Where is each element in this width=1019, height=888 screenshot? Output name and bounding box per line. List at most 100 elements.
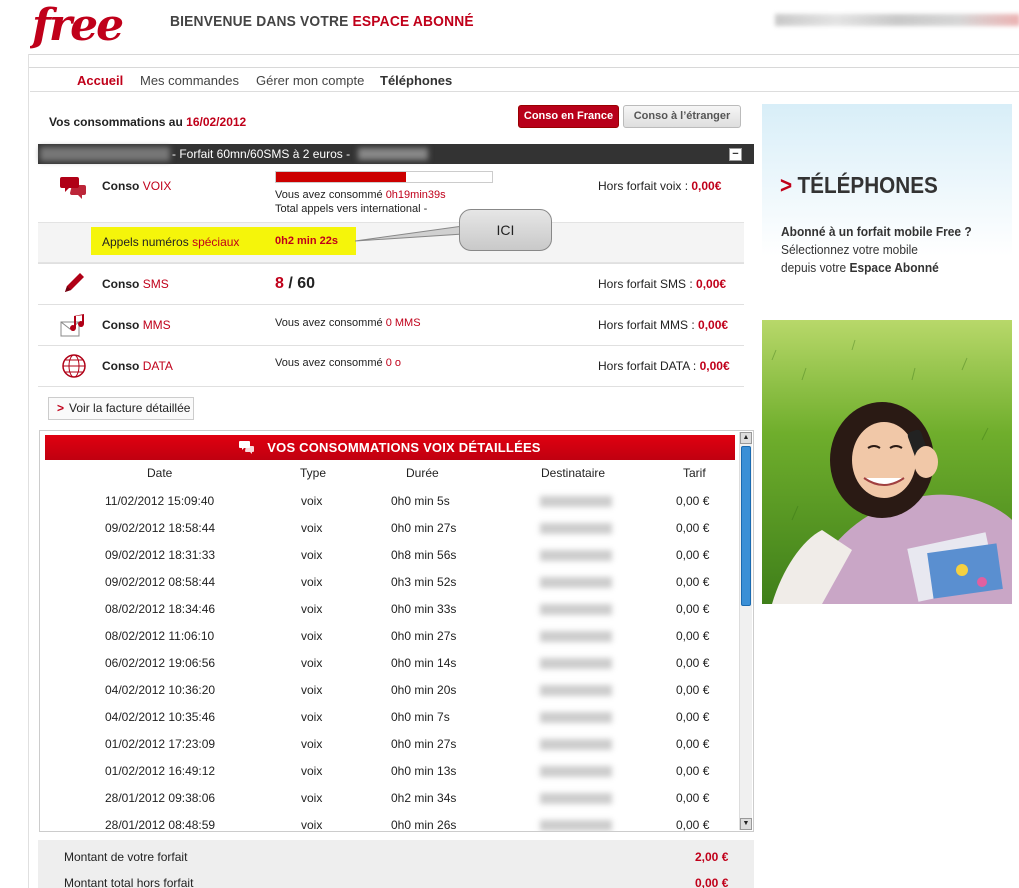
sms-hors-forfait: Hors forfait SMS : 0,00€: [598, 277, 726, 291]
row-destinataire-redacted: [540, 496, 612, 507]
promo-photo-woman-on-phone[interactable]: [762, 320, 1012, 604]
conso-title-prefix: Vos consommations au: [49, 115, 183, 129]
voix-hors-forfait-label: Hors forfait voix :: [598, 179, 689, 193]
nav-item-accueil[interactable]: Accueil: [77, 73, 123, 88]
details-title-type: VOIX: [423, 440, 455, 455]
header-divider: [28, 54, 1019, 55]
row-date: 28/01/2012 08:48:59: [105, 818, 216, 832]
col-header-destinataire[interactable]: Destinataire: [541, 466, 605, 480]
details-scrollbar[interactable]: ▲ ▼: [739, 432, 752, 830]
forfait-header-bar: - Forfait 60mn/60SMS à 2 euros - −: [38, 144, 754, 164]
row-type: voix: [301, 494, 323, 508]
row-date: 09/02/2012 18:31:33: [105, 548, 216, 562]
voir-facture-button[interactable]: > Voir la facture détaillée: [48, 397, 194, 420]
mms-hors-forfait-label: Hors forfait MMS :: [598, 318, 695, 332]
promo-line-3-bold: Espace Abonné: [849, 260, 939, 275]
row-tarif: 0,00 €: [676, 683, 710, 697]
nav-item-telephones[interactable]: Téléphones: [380, 73, 452, 88]
sms-sep: /: [288, 275, 293, 292]
col-header-duree[interactable]: Durée: [406, 466, 439, 480]
sms-used: 8: [275, 275, 284, 292]
sms-hors-forfait-label: Hors forfait SMS :: [598, 277, 693, 291]
scroll-up-icon[interactable]: ▲: [740, 432, 752, 444]
collapse-button[interactable]: −: [729, 148, 742, 161]
conso-voix-label-prefix: Conso: [102, 179, 140, 193]
scroll-thumb[interactable]: [741, 446, 751, 606]
account-info-redacted: [775, 14, 1019, 26]
speech-bubbles-icon: [60, 177, 86, 199]
col-header-date[interactable]: Date: [147, 466, 172, 480]
special-numbers-value: 0h2 min 22s: [275, 235, 338, 247]
promo-line-3: depuis votre Espace Abonné: [781, 260, 939, 275]
nav-item-gerer-compte[interactable]: Gérer mon compte: [256, 73, 364, 88]
row-divider: [38, 386, 744, 387]
promo-title-text: TÉLÉPHONES: [797, 172, 938, 198]
promo-line-3-prefix: depuis votre: [781, 260, 847, 275]
voix-consumed-prefix: Vous avez consommé: [275, 189, 383, 201]
conso-title: Vos consommations au 16/02/2012: [49, 115, 246, 129]
row-duree: 0h0 min 33s: [391, 602, 457, 616]
row-date: 28/01/2012 09:38:06: [105, 791, 216, 805]
row-destinataire-redacted: [540, 739, 612, 750]
scroll-down-icon[interactable]: ▼: [740, 818, 752, 830]
col-header-type[interactable]: Type: [300, 466, 326, 480]
row-date: 09/02/2012 08:58:44: [105, 575, 216, 589]
row-destinataire-redacted: [540, 793, 612, 804]
row-tarif: 0,00 €: [676, 602, 710, 616]
col-header-tarif[interactable]: Tarif: [683, 466, 706, 480]
row-date: 01/02/2012 17:23:09: [105, 737, 216, 751]
conso-etranger-button[interactable]: Conso à l’étranger: [623, 105, 741, 128]
row-destinataire-redacted: [540, 820, 612, 831]
free-logo[interactable]: free: [30, 0, 160, 52]
conso-sms-label-type: SMS: [142, 277, 169, 291]
data-hors-forfait: Hors forfait DATA : 0,00€: [598, 359, 730, 373]
row-date: 04/02/2012 10:36:20: [105, 683, 216, 697]
conso-data-label-prefix: Conso: [102, 359, 140, 373]
row-type: voix: [301, 548, 323, 562]
row-type: voix: [301, 737, 323, 751]
conso-sms-label-prefix: Conso: [102, 277, 140, 291]
row-destinataire-redacted: [540, 685, 612, 696]
row-tarif: 0,00 €: [676, 791, 710, 805]
telephones-promo[interactable]: > TÉLÉPHONES Abonné à un forfait mobile F…: [762, 104, 1012, 294]
conso-sms-label: Conso SMS: [102, 277, 169, 291]
row-date: 04/02/2012 10:35:46: [105, 710, 216, 724]
row-tarif: 0,00 €: [676, 494, 710, 508]
voir-facture-label: Voir la facture détaillée: [69, 401, 191, 415]
row-tarif: 0,00 €: [676, 737, 710, 751]
promo-title: > TÉLÉPHONES: [780, 172, 938, 199]
row-type: voix: [301, 575, 323, 589]
conso-france-button[interactable]: Conso en France: [518, 105, 619, 128]
sms-counter: 8 / 60: [275, 275, 315, 293]
welcome-banner: BIENVENUE DANS VOTRE ESPACE ABONNÉ: [170, 13, 474, 30]
row-destinataire-redacted: [540, 550, 612, 561]
special-numbers-label-type: spéciaux: [192, 235, 240, 249]
row-destinataire-redacted: [540, 577, 612, 588]
row-tarif: 0,00 €: [676, 764, 710, 778]
row-duree: 0h0 min 27s: [391, 521, 457, 535]
promo-line-2: Sélectionnez votre mobile: [781, 242, 918, 257]
welcome-prefix: BIENVENUE DANS VOTRE: [170, 13, 349, 30]
row-tarif: 0,00 €: [676, 818, 710, 832]
row-type: voix: [301, 764, 323, 778]
row-duree: 0h2 min 34s: [391, 791, 457, 805]
row-duree: 0h0 min 14s: [391, 656, 457, 670]
phone-number-redacted: [40, 147, 170, 161]
row-duree: 0h0 min 5s: [391, 494, 450, 508]
row-divider: [38, 345, 744, 346]
conso-mms-label: Conso MMS: [102, 318, 171, 332]
row-destinataire-redacted: [540, 523, 612, 534]
data-hors-forfait-label: Hors forfait DATA :: [598, 359, 697, 373]
conso-data-label-type: DATA: [142, 359, 173, 373]
sms-total: 60: [297, 275, 316, 292]
welcome-suffix: ESPACE ABONNÉ: [352, 13, 474, 30]
voix-consumed: Vous avez consommé 0h19min39s: [275, 189, 446, 201]
total-forfait-label: Montant de votre forfait: [64, 850, 188, 864]
nav-item-mes-commandes[interactable]: Mes commandes: [140, 73, 239, 88]
row-duree: 0h3 min 52s: [391, 575, 457, 589]
voix-consumed-value: 0h19min39s: [385, 189, 446, 201]
data-consumed-value: 0 o: [385, 357, 401, 369]
row-destinataire-redacted: [540, 631, 612, 642]
forfait-redacted: [358, 148, 428, 160]
ici-pointer: [355, 225, 464, 242]
